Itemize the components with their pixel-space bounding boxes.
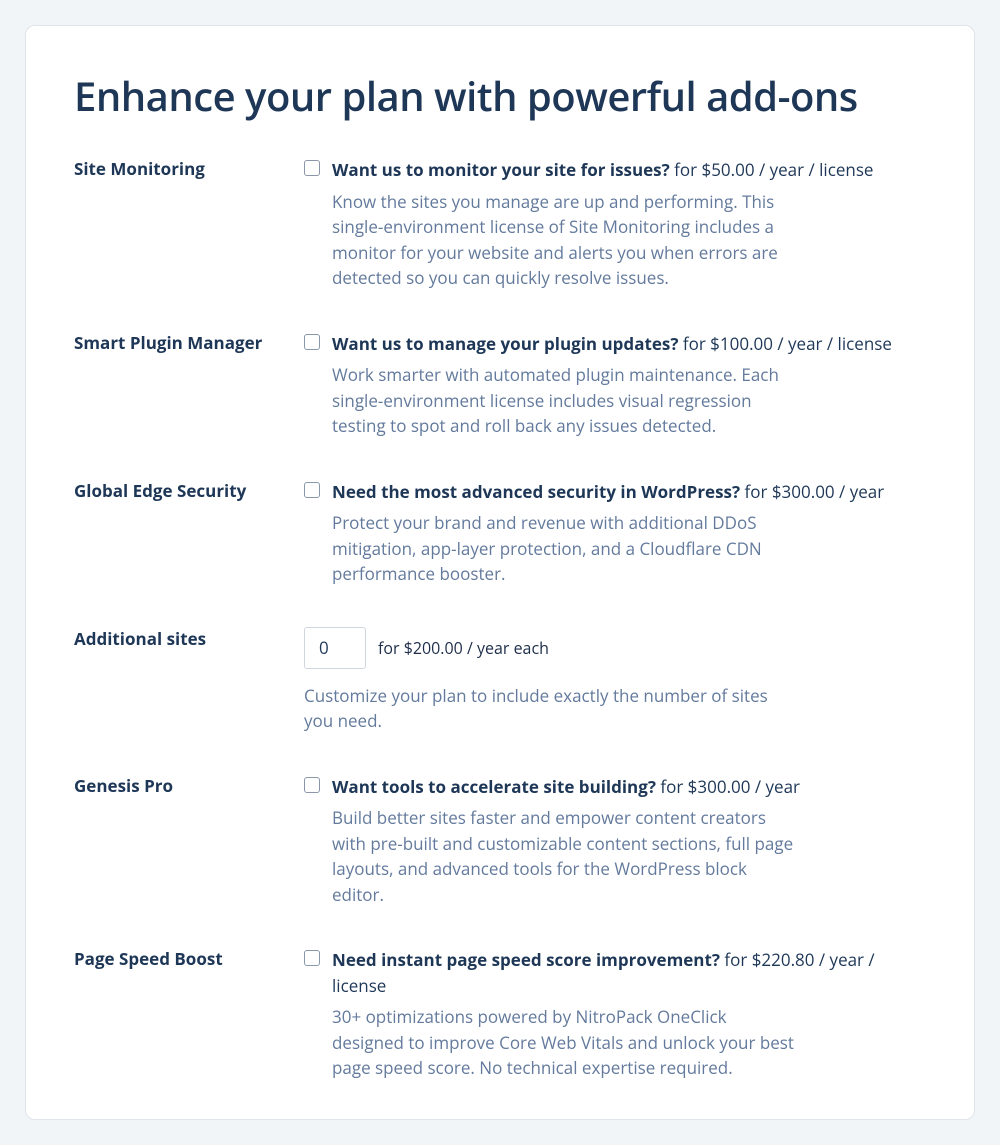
addon-content: for $200.00 / year each Customize your p… — [304, 627, 926, 734]
addon-row-genesis-pro: Genesis Pro Want tools to accelerate sit… — [74, 774, 926, 908]
addon-description: Protect your brand and revenue with addi… — [332, 510, 802, 587]
addon-name-genesis-pro: Genesis Pro — [74, 774, 304, 798]
addon-content: Want us to monitor your site for issues?… — [332, 157, 926, 291]
additional-sites-input[interactable] — [304, 627, 366, 669]
addon-description: Know the sites you manage are up and per… — [332, 189, 802, 291]
addon-headline: Need the most advanced security in WordP… — [332, 479, 926, 505]
addon-headline: Want us to monitor your site for issues?… — [332, 157, 926, 183]
addon-row-smart-plugin-manager: Smart Plugin Manager Want us to manage y… — [74, 331, 926, 439]
addon-row-page-speed-boost: Page Speed Boost Need instant page speed… — [74, 947, 926, 1081]
addon-input-col — [304, 774, 332, 793]
addon-content: Want tools to accelerate site building? … — [332, 774, 926, 908]
addon-description: 30+ optimizations powered by NitroPack O… — [332, 1004, 802, 1081]
addon-description: Build better sites faster and empower co… — [332, 805, 802, 907]
card-title: Enhance your plan with powerful add-ons — [74, 68, 926, 123]
addon-content: Want us to manage your plugin updates? f… — [332, 331, 926, 439]
addon-input-col — [304, 331, 332, 350]
addon-name-additional-sites: Additional sites — [74, 627, 304, 651]
addon-content: Need instant page speed score improvemen… — [332, 947, 926, 1081]
addon-price: for $100.00 / year / license — [683, 332, 892, 355]
addon-headline: Need instant page speed score improvemen… — [332, 947, 926, 998]
addon-question: Want us to manage your plugin updates? — [332, 332, 678, 355]
addon-name-smart-plugin-manager: Smart Plugin Manager — [74, 331, 304, 355]
addon-headline: Want tools to accelerate site building? … — [332, 774, 926, 800]
smart-plugin-manager-checkbox[interactable] — [304, 334, 320, 350]
addon-question: Want tools to accelerate site building? — [332, 775, 656, 798]
addon-price: for $300.00 / year — [745, 480, 885, 503]
site-monitoring-checkbox[interactable] — [304, 160, 320, 176]
addon-input-col — [304, 479, 332, 498]
addons-card: Enhance your plan with powerful add-ons … — [25, 25, 975, 1120]
addon-price: for $300.00 / year — [660, 775, 800, 798]
addon-name-site-monitoring: Site Monitoring — [74, 157, 304, 181]
addon-row-global-edge-security: Global Edge Security Need the most advan… — [74, 479, 926, 587]
number-input-wrapper: for $200.00 / year each — [304, 627, 926, 669]
addon-name-global-edge-security: Global Edge Security — [74, 479, 304, 503]
addon-description: Work smarter with automated plugin maint… — [332, 362, 802, 439]
addon-price: for $50.00 / year / license — [674, 158, 873, 181]
addon-row-site-monitoring: Site Monitoring Want us to monitor your … — [74, 157, 926, 291]
addon-question: Need the most advanced security in WordP… — [332, 480, 740, 503]
addon-headline: Want us to manage your plugin updates? f… — [332, 331, 926, 357]
addon-question: Need instant page speed score improvemen… — [332, 948, 720, 971]
addon-price: for $200.00 / year each — [378, 637, 549, 659]
addon-content: Need the most advanced security in WordP… — [332, 479, 926, 587]
addon-row-additional-sites: Additional sites for $200.00 / year each… — [74, 627, 926, 734]
addon-description: Customize your plan to include exactly t… — [304, 683, 774, 734]
addon-name-page-speed-boost: Page Speed Boost — [74, 947, 304, 971]
global-edge-security-checkbox[interactable] — [304, 482, 320, 498]
page-speed-boost-checkbox[interactable] — [304, 950, 320, 966]
addon-input-col — [304, 947, 332, 966]
addon-question: Want us to monitor your site for issues? — [332, 158, 670, 181]
genesis-pro-checkbox[interactable] — [304, 777, 320, 793]
addon-input-col — [304, 157, 332, 176]
